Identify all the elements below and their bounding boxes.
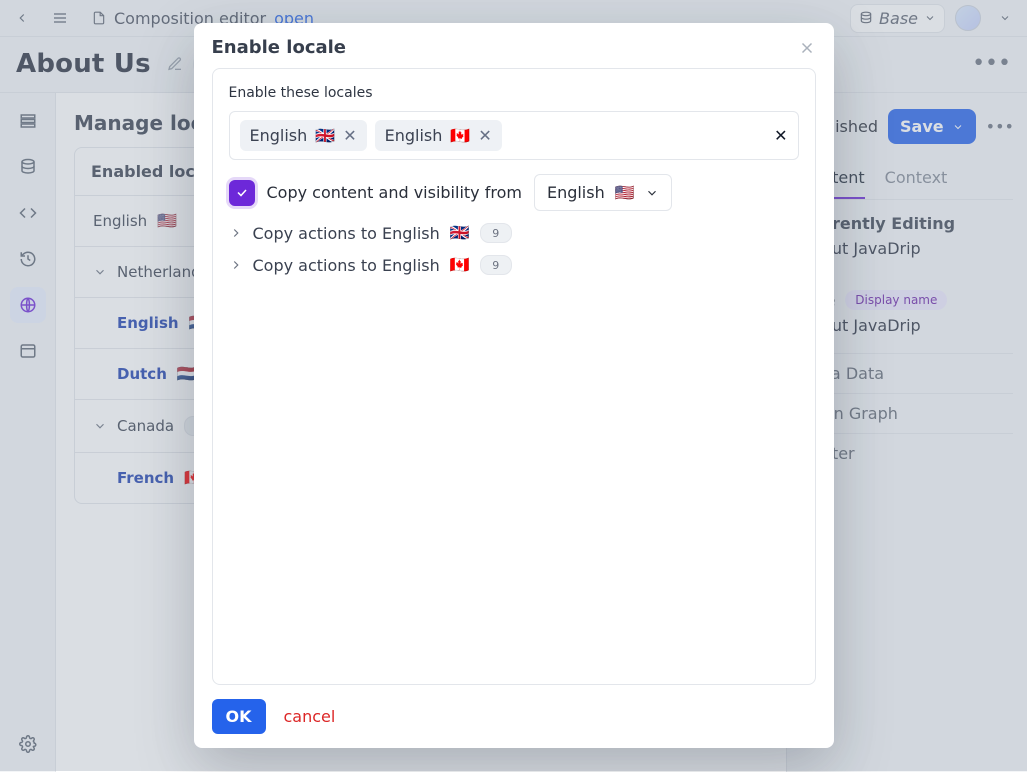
enable-locales-label: Enable these locales: [229, 85, 799, 101]
chevron-right-icon: [229, 226, 243, 240]
clear-all-icon[interactable]: ✕: [774, 126, 787, 145]
flag-ca-icon: 🇨🇦: [450, 128, 470, 144]
copy-content-checkbox[interactable]: [229, 180, 255, 206]
copy-content-label: Copy content and visibility from: [267, 183, 522, 202]
remove-tag-icon[interactable]: ✕: [343, 126, 356, 145]
copy-from-select[interactable]: English 🇺🇸: [534, 174, 672, 211]
tag-label: English: [385, 126, 443, 145]
chevron-right-icon: [229, 258, 243, 272]
cancel-button[interactable]: cancel: [284, 707, 336, 726]
copy-actions-row-ca[interactable]: Copy actions to English 🇨🇦 9: [229, 255, 799, 275]
copy-actions-count: 9: [480, 223, 512, 243]
flag-gb-icon: 🇬🇧: [315, 128, 335, 144]
copy-actions-count: 9: [480, 255, 512, 275]
ok-button[interactable]: OK: [212, 699, 266, 734]
select-label: English: [547, 183, 605, 202]
modal-title: Enable locale: [212, 37, 347, 58]
chevron-down-icon: [645, 186, 659, 200]
locale-tag-input[interactable]: English 🇬🇧 ✕ English 🇨🇦 ✕ ✕: [229, 111, 799, 160]
flag-us-icon: 🇺🇸: [615, 185, 635, 201]
copy-actions-row-gb[interactable]: Copy actions to English 🇬🇧 9: [229, 223, 799, 243]
copy-actions-label: Copy actions to English: [253, 224, 440, 243]
tag-label: English: [250, 126, 308, 145]
enable-locale-modal: Enable locale Enable these locales Engli…: [194, 23, 834, 748]
modal-overlay: Enable locale Enable these locales Engli…: [0, 0, 1027, 771]
close-icon[interactable]: [798, 39, 816, 57]
flag-gb-icon: 🇬🇧: [450, 225, 470, 241]
tag-english-ca[interactable]: English 🇨🇦 ✕: [375, 120, 502, 151]
flag-ca-icon: 🇨🇦: [450, 257, 470, 273]
copy-actions-label: Copy actions to English: [253, 256, 440, 275]
remove-tag-icon[interactable]: ✕: [478, 126, 491, 145]
tag-english-gb[interactable]: English 🇬🇧 ✕: [240, 120, 367, 151]
